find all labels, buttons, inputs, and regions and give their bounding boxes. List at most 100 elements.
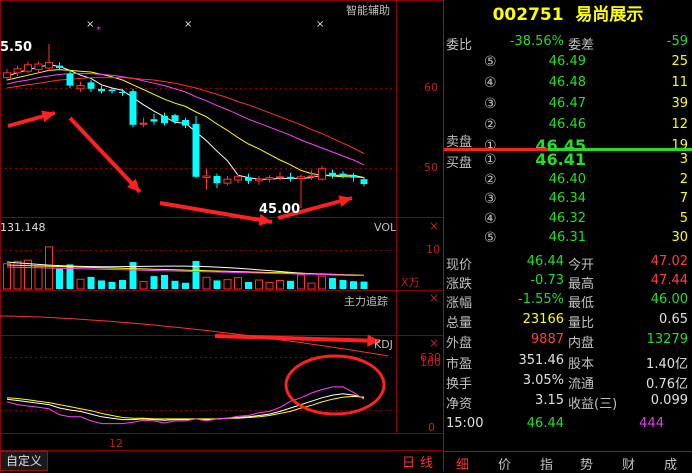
buy-price: 46.32 [548, 210, 586, 226]
stat-value: 3.05% [522, 373, 564, 388]
price-axis-50: 50 [424, 161, 438, 174]
weicha-label: 委差 [568, 38, 595, 53]
stat-row[interactable]: 净资 3.15 收益(三) 0.099 [444, 391, 692, 412]
stat-row[interactable]: 涨幅 -1.55% 最低 46.00 [444, 290, 692, 311]
marker-x: × [86, 19, 94, 30]
annotation-arrow [159, 201, 273, 224]
stat-row[interactable]: 涨跌 -0.73 最高 47.44 [444, 271, 692, 292]
volume-bar [360, 281, 368, 289]
vol-close-icon[interactable]: × [429, 219, 439, 233]
stock-name: 易尚展示 [575, 5, 644, 25]
stat-label: 流通 [568, 377, 595, 392]
candle-body [329, 172, 336, 176]
stat-row[interactable]: 换手 3.05% 流通 0.76亿 [444, 371, 692, 392]
stat-label: 内盘 [568, 336, 595, 351]
buy-level-row[interactable]: ③ 46.34 7 [444, 189, 692, 209]
volume-bar [297, 274, 305, 290]
candle-body [202, 175, 211, 179]
stat-label: 总量 [446, 316, 473, 331]
candle-body [350, 176, 357, 178]
stat-value: 46.00 [650, 292, 688, 307]
tab-deals[interactable]: 成 [664, 454, 677, 473]
level-index: ① [484, 152, 497, 168]
buy-price: 46.40 [548, 171, 586, 187]
kdj-line-k [6, 393, 365, 421]
tab-index[interactable]: 指 [540, 454, 553, 473]
chart-bottom-bar: 自定义 日 线 [0, 451, 444, 471]
kdj-close-icon[interactable]: × [429, 336, 439, 350]
stat-row[interactable]: 外盘 9887 内盘 13279 [444, 330, 692, 351]
candle-body [98, 88, 105, 92]
zlzj-close-icon[interactable]: × [429, 291, 439, 305]
volume-bar [98, 280, 105, 289]
date-label: 12 [109, 437, 123, 450]
tab-trend[interactable]: 势 [580, 454, 593, 473]
stat-label: 最低 [568, 296, 595, 311]
buy-level-row[interactable]: ④ 46.32 5 [444, 209, 692, 229]
period-line-label[interactable]: 线 [420, 452, 433, 471]
buy-volume: 5 [679, 210, 688, 226]
buy-level-row[interactable]: ① 46.41 3 [444, 150, 692, 170]
volume-bar [287, 280, 294, 289]
candle-body [307, 175, 316, 178]
annotation-arrow [214, 334, 381, 343]
stat-label: 股本 [568, 357, 595, 372]
volume-bar [150, 276, 158, 289]
volume-bar [223, 279, 232, 290]
volume-bar [108, 281, 116, 289]
sell-level-row[interactable]: ② 46.46 12 [444, 115, 692, 135]
sell-level-row[interactable]: ③ 46.47 39 [444, 94, 692, 114]
candle-body [119, 92, 126, 93]
annotation-circle [284, 354, 386, 416]
stat-row[interactable]: 市盈 351.46 股本 1.40亿 [444, 351, 692, 372]
quote-panel: 002751 易尚展示 委比 -38.56% 委差 -59 ⑤ 46.49 25 ④ 4… [444, 0, 692, 471]
buy-volume: 2 [679, 171, 688, 187]
weibi-row: 委比 -38.56% 委差 -59 [444, 32, 692, 53]
tab-finance[interactable]: 财 [622, 454, 635, 473]
volume-bar [202, 276, 211, 290]
chart-title: 智能辅助 [346, 4, 390, 17]
tick-time: 15:00 [446, 416, 484, 431]
kline-chart-area[interactable]: ×*× × [0, 0, 444, 471]
volume-bar [265, 281, 274, 290]
period-day-label[interactable]: 日 [402, 452, 415, 471]
candle-body [34, 63, 43, 71]
stat-value: 1.40亿 [646, 357, 688, 372]
stat-label: 收益(三) [568, 397, 618, 412]
candle-body [161, 116, 168, 124]
sell-level-row[interactable]: ⑤ 46.49 25 [444, 52, 692, 72]
custom-button[interactable]: 自定义 [0, 451, 48, 471]
volume-bar [192, 260, 200, 289]
sell-level-row[interactable]: ④ 46.48 11 [444, 73, 692, 93]
price-low-marker: 45.00 [259, 202, 301, 217]
tab-detail[interactable]: 细 [456, 454, 469, 473]
level-index: ② [484, 171, 497, 188]
kdj-axis-100: 100 [420, 356, 441, 369]
weicha-value: -59 [666, 34, 688, 49]
level-index: ⑤ [484, 54, 497, 70]
candle-body [318, 168, 326, 180]
buy-level-row[interactable]: ⑤ 46.31 30 [444, 228, 692, 248]
stat-value: 13279 [646, 332, 688, 347]
volume-bar [56, 268, 63, 289]
level-index: ③ [484, 96, 497, 112]
stat-value: 351.46 [518, 353, 565, 368]
stat-label: 涨幅 [446, 296, 473, 311]
candle-body [150, 119, 158, 122]
tab-price[interactable]: 价 [498, 454, 511, 473]
volume-bar [318, 275, 326, 290]
stat-value: 3.15 [535, 393, 564, 408]
candle-body [213, 176, 221, 184]
stat-label: 外盘 [446, 336, 473, 351]
candle-body [129, 91, 137, 125]
candle-body [339, 173, 347, 176]
stat-row[interactable]: 现价 46.44 今开 47.02 [444, 252, 692, 273]
volume-bar [87, 276, 95, 289]
stat-row[interactable]: 总量 23166 量比 0.65 [444, 310, 692, 331]
stat-value: 23166 [522, 312, 564, 327]
volume-bar [276, 279, 284, 290]
candle-body [87, 82, 95, 89]
price-high-marker: 5.50 [0, 40, 33, 55]
buy-level-row[interactable]: ② 46.40 2 [444, 170, 692, 190]
volume-bar [213, 280, 221, 289]
